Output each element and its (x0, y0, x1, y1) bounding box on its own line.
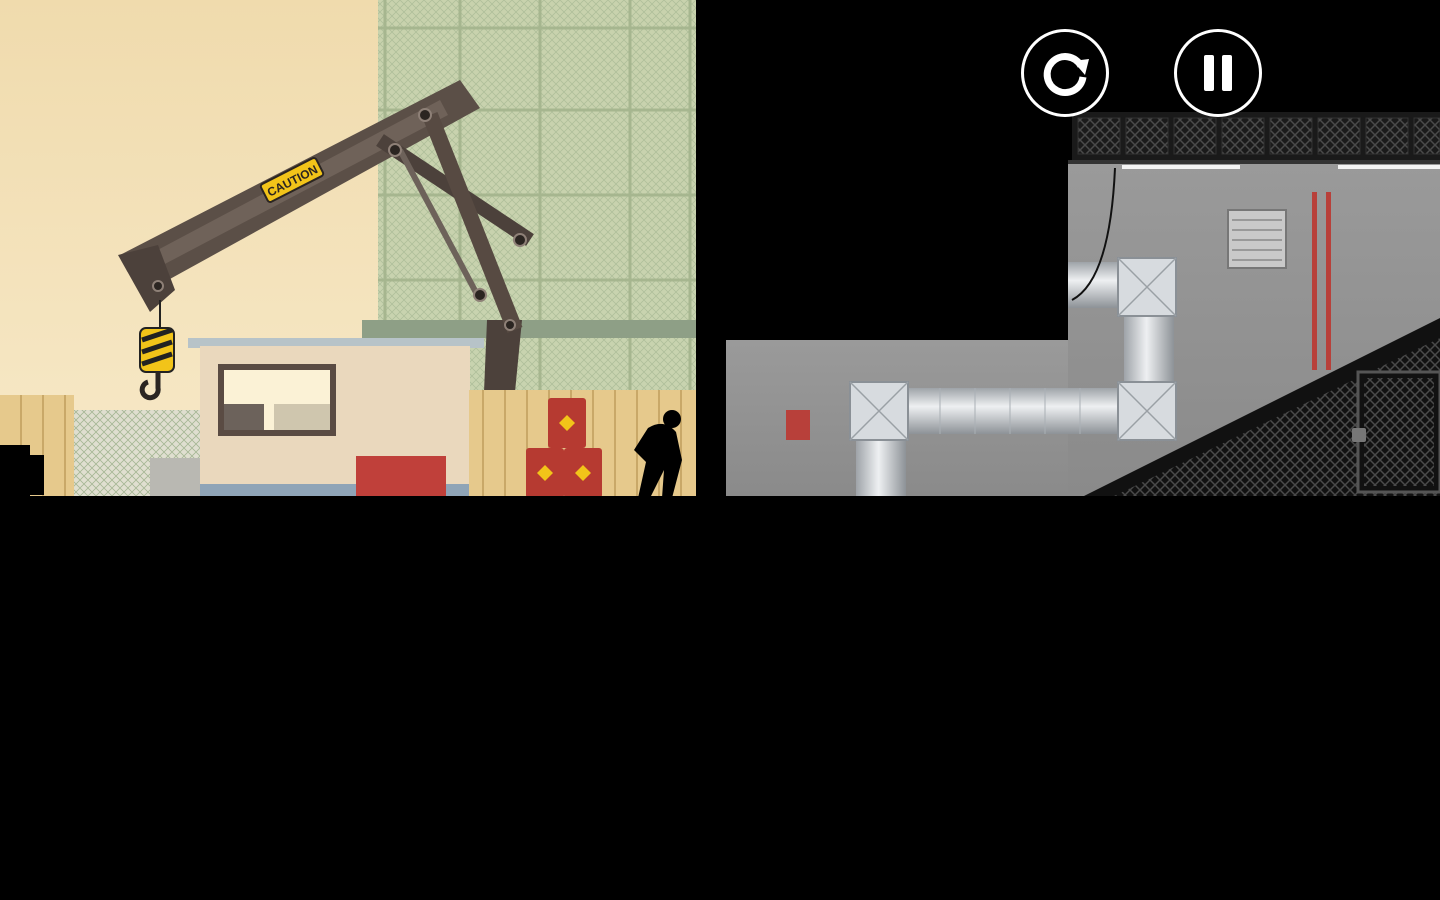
fire-alarm-box (786, 410, 810, 440)
game-scene: CAUTION (0, 0, 1440, 900)
pause-button[interactable] (1174, 29, 1262, 117)
ground (0, 496, 1440, 900)
red-crate (356, 456, 446, 498)
outdoor-area: CAUTION (0, 0, 696, 498)
pause-icon (1204, 55, 1232, 91)
site-cabin (150, 338, 484, 498)
restart-button[interactable] (1021, 29, 1109, 117)
indoor-area (726, 112, 1440, 498)
restart-icon (1043, 53, 1089, 97)
padlock-icon (1352, 428, 1366, 442)
